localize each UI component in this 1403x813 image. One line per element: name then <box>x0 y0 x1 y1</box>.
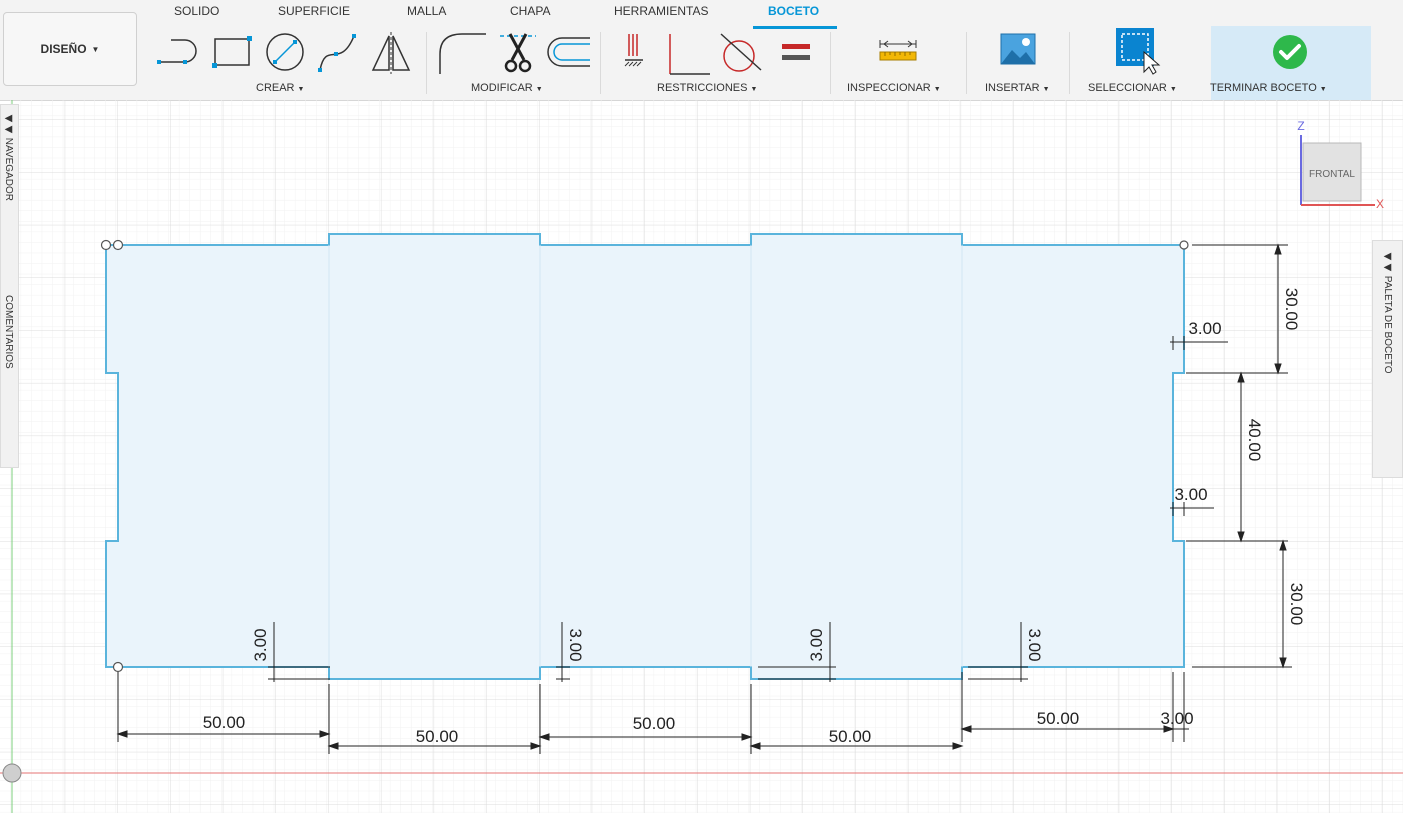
create-group-label[interactable]: CREAR ▼ <box>256 82 304 94</box>
comments-panel-toggle[interactable]: COMENTARIOS <box>3 295 14 369</box>
dim-tab-depth-3[interactable]: 3.00 <box>807 628 826 661</box>
finish-sketch-label[interactable]: TERMINAR BOCETO ▼ <box>1210 82 1327 94</box>
tab-herramientas[interactable]: HERRAMIENTAS <box>614 4 708 18</box>
tab-chapa[interactable]: CHAPA <box>510 4 550 18</box>
sketch-canvas[interactable]: 50.00 50.00 50.00 50.00 50.00 3.00 3.00 … <box>0 100 1403 813</box>
mirror-tool-icon[interactable] <box>368 30 414 76</box>
sketch-viewport[interactable]: 50.00 50.00 50.00 50.00 50.00 3.00 3.00 … <box>0 100 1403 813</box>
perpendicular-constraint-icon[interactable] <box>662 30 712 76</box>
dim-bottom-3[interactable]: 50.00 <box>633 714 676 733</box>
dim-right-40[interactable]: 40.00 <box>1245 419 1264 462</box>
sketch-point[interactable] <box>112 661 124 673</box>
tab-boceto[interactable]: BOCETO <box>768 4 819 18</box>
trim-scissors-icon[interactable] <box>496 30 540 76</box>
tab-superficie[interactable]: SUPERFICIE <box>278 4 350 18</box>
measure-ruler-icon[interactable] <box>876 30 920 76</box>
dim-tab-depth-4[interactable]: 3.00 <box>1025 628 1044 661</box>
active-tab-indicator <box>753 26 837 29</box>
navigator-panel-toggle[interactable]: ◀◀ NAVEGADOR <box>3 113 14 201</box>
workspace-switcher-button[interactable]: DISEÑO ▼ <box>3 12 137 86</box>
dim-right-depth-1[interactable]: 3.00 <box>1188 319 1221 338</box>
sketch-point[interactable] <box>100 239 112 251</box>
fillet-tool-icon[interactable] <box>436 30 488 76</box>
horizontal-vertical-constraint-icon[interactable] <box>617 30 651 76</box>
circle-tool-icon[interactable] <box>262 30 308 76</box>
checkmark-icon[interactable] <box>1270 32 1310 72</box>
spline-tool-icon[interactable] <box>316 30 358 76</box>
select-window-icon[interactable] <box>1114 26 1166 76</box>
sketch-point[interactable] <box>112 239 124 251</box>
dim-bottom-1[interactable]: 50.00 <box>203 713 246 732</box>
view-cube-face-label[interactable]: FRONTAL <box>1309 169 1355 180</box>
dim-right-30-bottom[interactable]: 30.00 <box>1287 583 1306 626</box>
ribbon-toolbar: DISEÑO ▼ SOLIDO SUPERFICIE MALLA CHAPA H… <box>0 0 1403 101</box>
inspect-group-label[interactable]: INSPECCIONAR ▼ <box>847 82 941 94</box>
dim-tab-depth-1[interactable]: 3.00 <box>251 628 270 661</box>
constraints-group-label[interactable]: RESTRICCIONES ▼ <box>657 82 757 94</box>
left-side-panel: ◀◀ NAVEGADOR COMENTARIOS <box>0 104 19 468</box>
dim-bottom-4[interactable]: 50.00 <box>829 727 872 746</box>
insert-group-label[interactable]: INSERTAR ▼ <box>985 82 1050 94</box>
tab-solido[interactable]: SOLIDO <box>174 4 219 18</box>
dim-bottom-2[interactable]: 50.00 <box>416 727 459 746</box>
tab-malla[interactable]: MALLA <box>407 4 446 18</box>
x-axis-label: X <box>1376 197 1384 211</box>
sketch-profile[interactable] <box>105 233 1185 680</box>
workspace-label: DISEÑO <box>40 42 87 56</box>
rectangle-tool-icon[interactable] <box>210 30 254 76</box>
equal-constraint-icon[interactable] <box>778 30 814 76</box>
z-axis-label: Z <box>1297 119 1304 133</box>
select-group-label[interactable]: SELECCIONAR ▼ <box>1088 82 1177 94</box>
line-tool-icon[interactable] <box>155 30 205 76</box>
dim-right-30-top[interactable]: 30.00 <box>1282 288 1301 331</box>
insert-image-icon[interactable] <box>998 30 1038 76</box>
offset-tool-icon[interactable] <box>544 30 594 76</box>
chevron-down-icon: ▼ <box>91 44 100 54</box>
double-chevron-icon: ◀◀ <box>1382 251 1393 276</box>
double-chevron-icon: ◀◀ <box>3 113 14 138</box>
tangent-constraint-icon[interactable] <box>717 30 763 76</box>
dim-corner-depth[interactable]: 3.00 <box>1160 709 1193 728</box>
sketch-point[interactable] <box>1179 240 1189 250</box>
modify-group-label[interactable]: MODIFICAR ▼ <box>471 82 543 94</box>
origin-point-icon[interactable] <box>2 763 22 783</box>
dim-right-depth-2[interactable]: 3.00 <box>1174 485 1207 504</box>
sketch-palette-tab[interactable]: ◀◀ PALETA DE BOCETO <box>1372 240 1403 478</box>
sketch-palette-label: ◀◀ PALETA DE BOCETO <box>1382 251 1393 374</box>
dim-bottom-5[interactable]: 50.00 <box>1037 709 1080 728</box>
dim-tab-depth-2[interactable]: 3.00 <box>566 628 585 661</box>
